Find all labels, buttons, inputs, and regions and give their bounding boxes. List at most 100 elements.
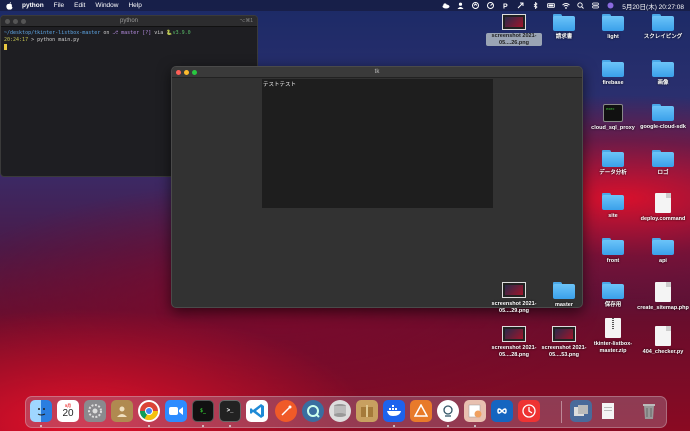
desktop-icon-label: 404_checker.py	[642, 349, 684, 355]
desktop-icon-doc[interactable]: deploy.command	[635, 193, 690, 223]
desktop-icon-label: データ分析	[599, 170, 627, 176]
desktop-icon-folder[interactable]: front	[585, 238, 641, 265]
finder-icon[interactable]	[30, 400, 52, 422]
desktop-icon-folder[interactable]: データ分析	[585, 150, 641, 177]
wifi-icon[interactable]	[562, 2, 570, 9]
listbox[interactable]: テストテスト	[262, 79, 493, 208]
gauge-icon[interactable]	[487, 2, 495, 9]
desktop-icon-label: 請求書	[555, 34, 573, 40]
screenshot-thumbnail-icon	[502, 14, 526, 30]
postman-icon[interactable]	[275, 400, 297, 422]
document-icon	[655, 282, 671, 302]
zoom-app-icon[interactable]	[165, 400, 187, 422]
cloud-icon[interactable]	[442, 2, 450, 9]
vscode-icon[interactable]	[246, 400, 268, 422]
desktop-icon-doc[interactable]: create_sitemap.php	[635, 282, 690, 312]
desktop-icon-thumb[interactable]: screenshot 2021-05....28.png	[486, 326, 542, 358]
arrow-icon[interactable]	[517, 2, 524, 9]
close-button[interactable]	[176, 70, 181, 75]
desktop-icon-folder[interactable]: light	[585, 14, 641, 41]
siri-icon[interactable]	[607, 2, 614, 9]
desktop-icon-label: deploy.command	[640, 216, 686, 222]
menu-help[interactable]: Help	[128, 2, 141, 9]
folder-icon	[602, 238, 624, 255]
menu-window[interactable]: Window	[95, 2, 118, 9]
zoom-button[interactable]	[21, 19, 26, 24]
status-app-icon[interactable]	[472, 2, 480, 9]
menubar-clock[interactable]: 5月20日(木) 20:27:08	[622, 1, 684, 11]
menu-app-python[interactable]: python	[22, 2, 44, 9]
apple-menu-icon[interactable]	[6, 1, 13, 10]
desktop-icon-folder[interactable]: site	[585, 193, 641, 220]
folder-icon	[553, 14, 575, 31]
iterm-icon[interactable]: >_	[219, 400, 241, 422]
desktop-icon-label: tkinter-listbox-master.zip	[593, 341, 633, 354]
desktop-icon-folder[interactable]: firebase	[585, 60, 641, 87]
calendar-day: 20	[62, 408, 74, 419]
sequel-pro-icon[interactable]	[329, 400, 351, 422]
infinity-app-icon[interactable]	[491, 400, 513, 422]
desktop-icon-label: screenshot 2021-05....29.png	[491, 301, 537, 314]
control-center-icon[interactable]	[592, 2, 600, 9]
system-preferences-icon[interactable]	[84, 400, 106, 422]
desktop-icon-folder[interactable]: ロゴ	[635, 150, 690, 177]
calendar-icon[interactable]: 5月 20	[57, 400, 79, 422]
trash-icon[interactable]	[638, 400, 660, 422]
desktop-icon-thumb[interactable]: screenshot 2021-05....53.png	[536, 326, 592, 358]
desktop-icon-folder[interactable]: 請求書	[536, 14, 592, 41]
tk-titlebar[interactable]: tk	[172, 67, 582, 78]
battery-icon[interactable]	[547, 2, 556, 9]
desktop-icon-label: google-cloud-sdk	[640, 124, 686, 130]
contacts-icon[interactable]	[111, 400, 133, 422]
archive-utility-icon[interactable]	[356, 400, 378, 422]
zoom-button[interactable]	[192, 70, 197, 75]
bluetooth-icon[interactable]	[532, 1, 539, 10]
git-branch-icon: ⎇	[112, 30, 122, 36]
menu-edit[interactable]: Edit	[74, 2, 85, 9]
desktop-icon-thumb[interactable]: screenshot 2021-05....29.png	[486, 282, 542, 314]
menu-file[interactable]: File	[54, 2, 64, 9]
running-indicator	[40, 425, 42, 427]
downloads-stack-icon[interactable]	[570, 400, 592, 422]
desktop-icon-folder[interactable]: スクレイピング	[635, 14, 690, 41]
svg-text:P: P	[503, 4, 508, 10]
desktop-icon-thumb[interactable]: screenshot 2021-05....26.png	[486, 14, 542, 46]
pgadmin-icon[interactable]	[437, 400, 459, 422]
desktop-icon-folder[interactable]: master	[536, 282, 592, 309]
desktop-icon-label: front	[606, 258, 620, 264]
desktop-icon-doc[interactable]: 404_checker.py	[635, 326, 690, 356]
desktop-icon-folder[interactable]: 保存用	[585, 282, 641, 309]
prompt-via: via	[151, 30, 167, 36]
prompt-time: 20:24:17	[4, 37, 29, 43]
quicktime-icon[interactable]	[302, 400, 324, 422]
screenshot-thumbnail-icon	[502, 282, 526, 298]
desktop-icon-label: create_sitemap.php	[637, 305, 689, 311]
clock-app-icon[interactable]	[518, 400, 540, 422]
folder-icon	[602, 14, 624, 31]
documents-stack-icon[interactable]	[597, 400, 619, 422]
desktop-icon-folder[interactable]: 画像	[635, 60, 690, 87]
executable-icon: exec	[603, 104, 623, 122]
user-icon[interactable]	[457, 2, 464, 9]
tk-window[interactable]: tk テストテスト	[171, 66, 583, 308]
minimize-button[interactable]	[184, 70, 189, 75]
running-indicator	[148, 425, 150, 427]
minimize-button[interactable]	[13, 19, 18, 24]
desktop-icon-folder[interactable]: api	[635, 238, 690, 265]
desktop-icon-zip[interactable]: tkinter-listbox-master.zip	[585, 318, 641, 354]
terminal-titlebar[interactable]: python ⌥⌘1	[1, 16, 257, 27]
terminal-app-icon[interactable]: $_	[192, 400, 214, 422]
p-icon[interactable]: P	[502, 2, 509, 11]
preview-icon[interactable]	[464, 400, 486, 422]
docker-icon[interactable]	[383, 400, 405, 422]
desktop-icon-folder[interactable]: google-cloud-sdk	[635, 104, 690, 131]
desktop-icon-exec[interactable]: exec cloud_sql_proxy	[585, 104, 641, 132]
search-icon[interactable]	[577, 2, 585, 9]
prompt-path: ~/desktop/tkinter-listbox-master	[4, 30, 101, 36]
desktop-icon-label: site	[608, 213, 618, 219]
terminal-output[interactable]: ~/desktop/tkinter-listbox-master on ⎇ ma…	[1, 27, 257, 55]
chrome-icon[interactable]	[138, 400, 160, 422]
listbox-item[interactable]: テストテスト	[262, 79, 493, 89]
sourcetree-icon[interactable]	[410, 400, 432, 422]
close-button[interactable]	[5, 19, 10, 24]
